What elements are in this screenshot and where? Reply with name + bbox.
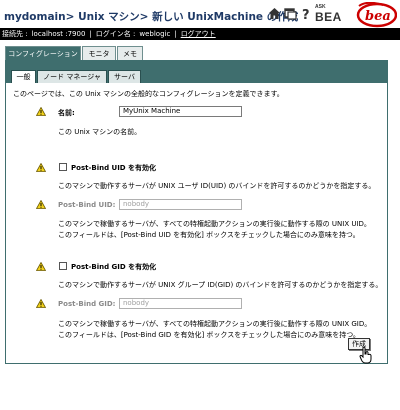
login-value: weblogic: [139, 30, 171, 38]
connect-label: 接続先 :: [2, 30, 28, 38]
tab-monitoring[interactable]: モニタ: [82, 46, 116, 60]
tab-node-manager[interactable]: ノード マネージャ: [37, 70, 107, 83]
post-bind-gid-label: Post-Bind GID:: [58, 300, 116, 308]
window-icon[interactable]: [284, 7, 297, 20]
configuration-panel: 一般 ノード マネージャ サーバ このページでは、この Unix マシンの全般的…: [5, 60, 388, 364]
post-bind-uid-checkbox[interactable]: [59, 163, 67, 171]
breadcrumb-separator: >: [65, 11, 75, 23]
warning-icon: [36, 107, 46, 116]
breadcrumb-domain-link[interactable]: mydomain: [4, 11, 66, 23]
logo-bea-text: BEA: [315, 10, 342, 24]
post-bind-uid-enable-description: このマシンで動作するサーバが UNIX ユーザ ID(UID) のバインドを許可…: [58, 182, 376, 190]
post-bind-uid-note: このフィールドは、[Post-Bind UID を有効化] ボックスをチェックし…: [58, 231, 360, 239]
post-bind-uid-input[interactable]: nobody: [119, 199, 242, 210]
breadcrumb: mydomain> Unix マシン> 新しい UnixMachine の作成: [4, 9, 298, 24]
svg-text:?: ?: [302, 8, 310, 20]
name-label: 名前:: [58, 109, 75, 117]
separator: |: [174, 30, 177, 38]
tab-notes[interactable]: メモ: [117, 46, 143, 60]
warning-icon: [36, 163, 46, 172]
main-tab-strip: コンフィグレーション モニタ メモ: [5, 46, 395, 60]
home-icon[interactable]: [268, 7, 281, 20]
logo-red-text: bea: [365, 9, 391, 24]
hand-cursor-icon: [359, 346, 372, 364]
login-label: ログイン名 :: [95, 30, 136, 38]
post-bind-gid-checkbox[interactable]: [59, 262, 67, 270]
tab-configuration[interactable]: コンフィグレーション: [5, 46, 81, 60]
tab-servers[interactable]: サーバ: [108, 70, 141, 83]
ask-bea-logo[interactable]: ASK BEA: [313, 4, 351, 24]
help-icon[interactable]: ?: [300, 7, 313, 20]
post-bind-uid-description: このマシンで稼働するサーバが、すべての特権起動アクションの実行後に動作する際の …: [58, 220, 371, 228]
session-info-bar: 接続先 : localhost :7900 | ログイン名 : weblogic…: [0, 28, 400, 40]
post-bind-uid-enable-label: Post-Bind UID を有効化: [71, 164, 157, 172]
page-footer: [0, 392, 400, 410]
breadcrumb-section-link[interactable]: Unix マシン: [78, 11, 140, 23]
post-bind-uid-label: Post-Bind UID:: [58, 201, 116, 209]
connect-value: localhost :7900: [31, 30, 86, 38]
breadcrumb-separator: >: [139, 11, 149, 23]
warning-icon: [36, 299, 46, 308]
separator: |: [89, 30, 92, 38]
logout-link[interactable]: ログアウト: [181, 29, 216, 39]
warning-icon: [36, 262, 46, 271]
post-bind-gid-enable-description: このマシンで動作するサーバが UNIX グループ ID(GID) のバインドを許…: [58, 281, 383, 289]
name-description: この Unix マシンの名前。: [58, 128, 142, 136]
bea-logo: bea: [353, 1, 398, 28]
sub-tab-strip: 一般 ノード マネージャ サーバ: [6, 64, 387, 83]
post-bind-gid-description: このマシンで稼働するサーバが、すべての特権起動アクションの実行後に動作する際の …: [58, 320, 372, 328]
tab-general[interactable]: 一般: [11, 70, 36, 83]
post-bind-gid-enable-label: Post-Bind GID を有効化: [71, 263, 157, 271]
post-bind-gid-note: このフィールドは、[Post-Bind GID を有効化] ボックスをチェックし…: [58, 331, 360, 339]
name-input[interactable]: MyUnix Machine: [119, 106, 242, 117]
warning-icon: [36, 200, 46, 209]
intro-text: このページでは、この Unix マシンの全般的なコンフィグレーションを定義できま…: [13, 90, 284, 98]
header: mydomain> Unix マシン> 新しい UnixMachine の作成 …: [0, 0, 400, 28]
post-bind-gid-input[interactable]: nobody: [119, 298, 242, 309]
